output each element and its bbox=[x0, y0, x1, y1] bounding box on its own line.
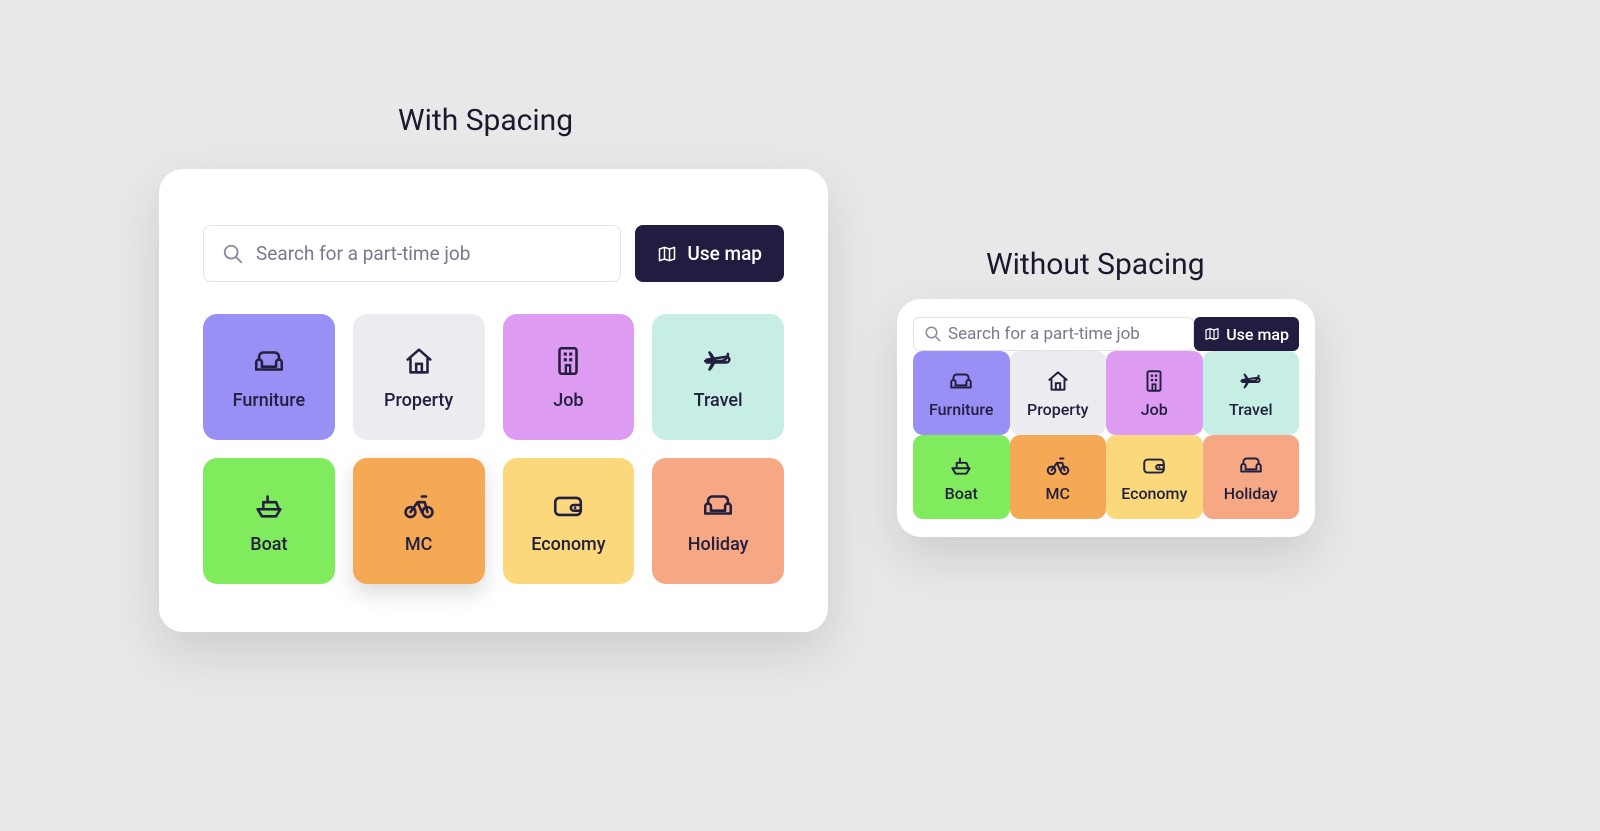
building-icon bbox=[1141, 368, 1167, 394]
category-tile-boat[interactable]: Boat bbox=[203, 458, 335, 584]
category-grid: Furniture Property Job Travel Boat MC Economy H… bbox=[913, 351, 1299, 519]
heading-without-spacing: Without Spacing bbox=[986, 247, 1205, 282]
category-label: Furniture bbox=[233, 390, 306, 411]
category-tile-job[interactable]: Job bbox=[1106, 351, 1203, 435]
search-placeholder-text: Search for a part-time job bbox=[256, 242, 470, 265]
category-tile-mc[interactable]: MC bbox=[353, 458, 485, 584]
search-placeholder-text: Search for a part-time job bbox=[948, 324, 1140, 344]
house-icon bbox=[1045, 368, 1071, 394]
category-label: Boat bbox=[250, 534, 287, 555]
boat-icon bbox=[948, 452, 974, 478]
category-label: Boat bbox=[945, 484, 978, 503]
category-label: Job bbox=[1141, 400, 1168, 419]
use-map-button[interactable]: Use map bbox=[1194, 317, 1299, 351]
search-icon bbox=[222, 243, 244, 265]
category-label: Holiday bbox=[688, 534, 749, 555]
building-icon bbox=[551, 344, 585, 378]
category-label: Travel bbox=[1229, 400, 1273, 419]
search-input[interactable]: Search for a part-time job bbox=[913, 317, 1194, 351]
category-label: Job bbox=[553, 390, 583, 411]
wallet-icon bbox=[1141, 452, 1167, 478]
category-tile-boat[interactable]: Boat bbox=[913, 435, 1010, 519]
category-tile-property[interactable]: Property bbox=[353, 314, 485, 440]
category-label: Economy bbox=[1121, 484, 1187, 503]
couch-icon bbox=[1238, 452, 1264, 478]
use-map-label: Use map bbox=[1226, 325, 1289, 344]
spacing-example-card-without: Search for a part-time job Use map Furni… bbox=[897, 299, 1315, 537]
plane-icon bbox=[1238, 368, 1264, 394]
map-icon bbox=[1204, 326, 1220, 342]
category-tile-economy[interactable]: Economy bbox=[503, 458, 635, 584]
boat-icon bbox=[252, 488, 286, 522]
category-tile-mc[interactable]: MC bbox=[1010, 435, 1107, 519]
category-label: MC bbox=[1046, 484, 1070, 503]
use-map-button[interactable]: Use map bbox=[635, 225, 784, 282]
category-tile-holiday[interactable]: Holiday bbox=[652, 458, 784, 584]
category-label: Property bbox=[1027, 400, 1089, 419]
bike-icon bbox=[402, 488, 436, 522]
bike-icon bbox=[1045, 452, 1071, 478]
category-tile-furniture[interactable]: Furniture bbox=[913, 351, 1010, 435]
house-icon bbox=[402, 344, 436, 378]
category-tile-property[interactable]: Property bbox=[1010, 351, 1107, 435]
category-tile-travel[interactable]: Travel bbox=[1203, 351, 1300, 435]
search-icon bbox=[924, 325, 942, 343]
category-label: Furniture bbox=[929, 400, 993, 419]
category-tile-travel[interactable]: Travel bbox=[652, 314, 784, 440]
search-row: Search for a part-time job Use map bbox=[203, 225, 784, 282]
category-label: Economy bbox=[531, 534, 605, 555]
couch-icon bbox=[701, 488, 735, 522]
search-row: Search for a part-time job Use map bbox=[913, 317, 1299, 351]
category-tile-job[interactable]: Job bbox=[503, 314, 635, 440]
wallet-icon bbox=[551, 488, 585, 522]
category-label: Property bbox=[384, 390, 453, 411]
plane-icon bbox=[701, 344, 735, 378]
category-tile-economy[interactable]: Economy bbox=[1106, 435, 1203, 519]
map-icon bbox=[657, 244, 677, 264]
couch-icon bbox=[948, 368, 974, 394]
category-label: Travel bbox=[694, 390, 743, 411]
category-grid: Furniture Property Job Travel Boat MC Economy H… bbox=[203, 314, 784, 584]
category-label: Holiday bbox=[1224, 484, 1278, 503]
category-tile-holiday[interactable]: Holiday bbox=[1203, 435, 1300, 519]
couch-icon bbox=[252, 344, 286, 378]
category-tile-furniture[interactable]: Furniture bbox=[203, 314, 335, 440]
search-input[interactable]: Search for a part-time job bbox=[203, 225, 621, 282]
heading-with-spacing: With Spacing bbox=[398, 103, 573, 138]
use-map-label: Use map bbox=[687, 242, 762, 265]
category-label: MC bbox=[405, 534, 433, 555]
spacing-example-card-with: Search for a part-time job Use map Furni… bbox=[159, 169, 828, 632]
